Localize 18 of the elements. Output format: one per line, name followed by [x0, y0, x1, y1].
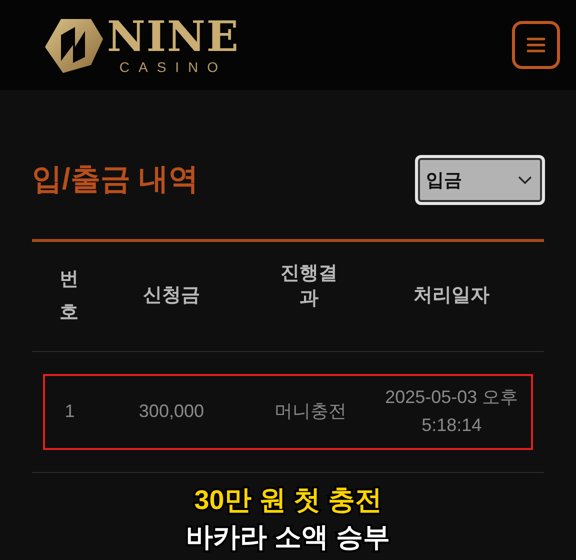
- column-header: 신청금: [143, 284, 200, 308]
- logo-name: NINE: [107, 16, 240, 58]
- chevron-down-icon: [518, 176, 532, 184]
- logo-icon: [45, 17, 103, 73]
- page-title: 입/출금 내역: [32, 162, 199, 198]
- table-cell-text: 머니충전: [274, 400, 346, 424]
- table-cell-text: 1: [64, 400, 75, 424]
- menu-button[interactable]: [512, 21, 560, 69]
- column-header: 번호: [58, 268, 80, 324]
- column-header: 처리일자: [414, 284, 490, 308]
- caption-text: 30만 원 첫 충전: [194, 487, 382, 514]
- column-header: 진행결과: [279, 262, 338, 310]
- table-cell-text: 2025-05-03 오후 5:18:14: [384, 386, 520, 437]
- menu-icon: [526, 37, 546, 53]
- type-select[interactable]: 입금: [415, 155, 545, 205]
- logo-tagline: CASINO: [119, 60, 228, 74]
- table-cell-text: 300,000: [138, 400, 204, 424]
- caption-text: 바카라 소액 승부: [186, 524, 390, 551]
